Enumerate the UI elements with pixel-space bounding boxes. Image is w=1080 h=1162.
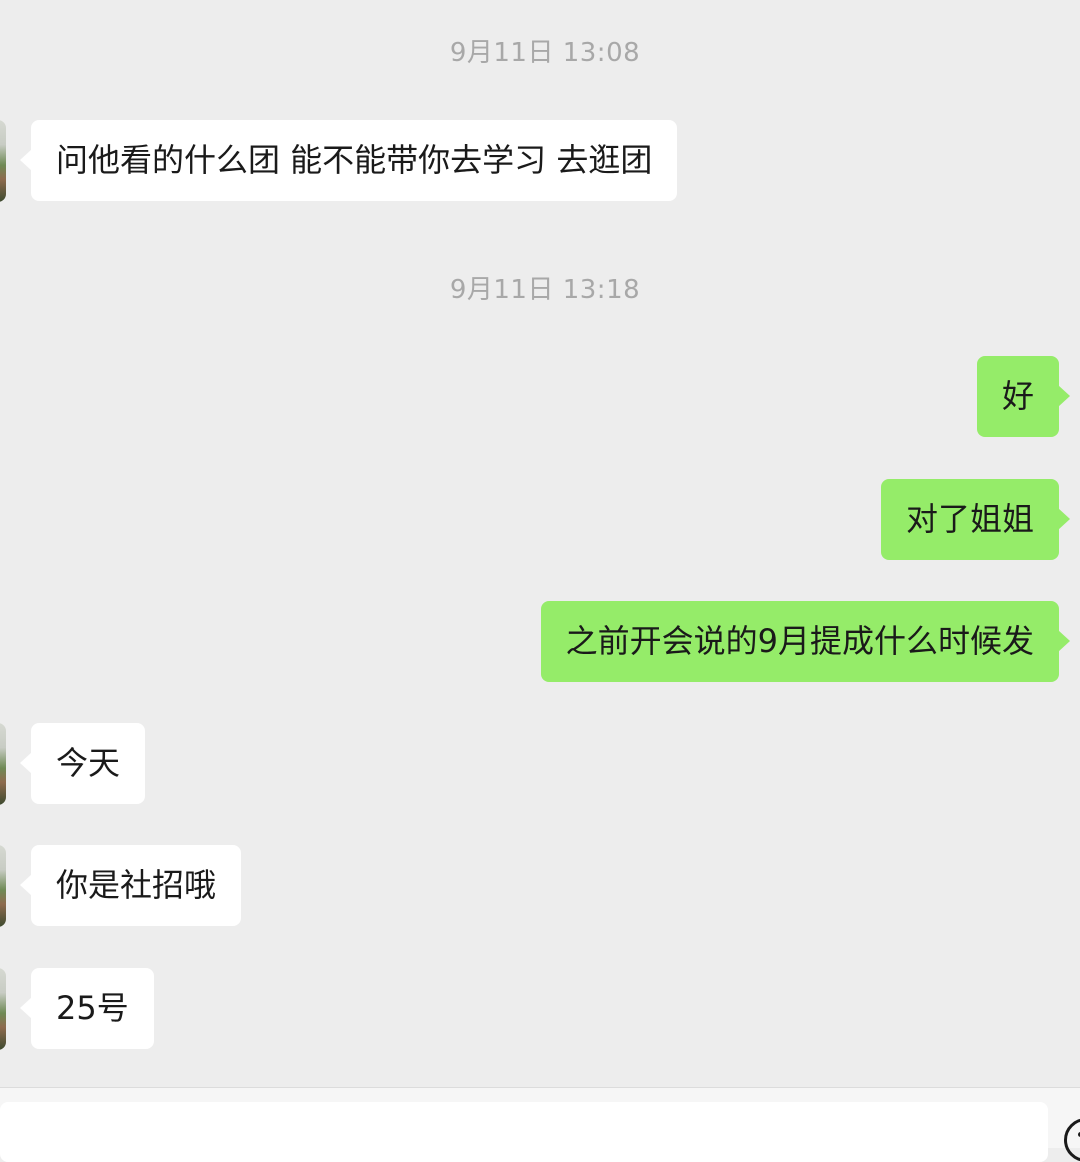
message-input[interactable]	[0, 1102, 1048, 1162]
timestamp: 9月11日 13:18	[449, 275, 641, 305]
message-bubble-incoming[interactable]: 问他看的什么团 能不能带你去学习 去逛团	[19, 120, 678, 201]
emoji-icon[interactable]	[1064, 1118, 1080, 1162]
message-bubble-outgoing[interactable]: 之前开会说的9月提成什么时候发	[540, 601, 1071, 682]
timestamp: 9月11日 13:08	[449, 38, 641, 68]
message-bubble-outgoing[interactable]: 对了姐姐	[880, 479, 1071, 560]
message-bubble-outgoing[interactable]: 好	[976, 356, 1071, 437]
chat-window: 9月11日 13:08 问他看的什么团 能不能带你去学习 去逛团 9月11日 1…	[0, 0, 1080, 1087]
message-bubble-incoming[interactable]: 你是社招哦	[19, 845, 242, 926]
composer-bar	[0, 1087, 1080, 1162]
message-bubble-incoming[interactable]: 25号	[20, 968, 154, 1049]
avatar[interactable]	[0, 723, 6, 805]
message-bubble-incoming[interactable]: 今天	[19, 723, 146, 804]
avatar[interactable]	[0, 968, 6, 1050]
avatar[interactable]	[0, 845, 6, 927]
avatar[interactable]	[0, 120, 6, 202]
